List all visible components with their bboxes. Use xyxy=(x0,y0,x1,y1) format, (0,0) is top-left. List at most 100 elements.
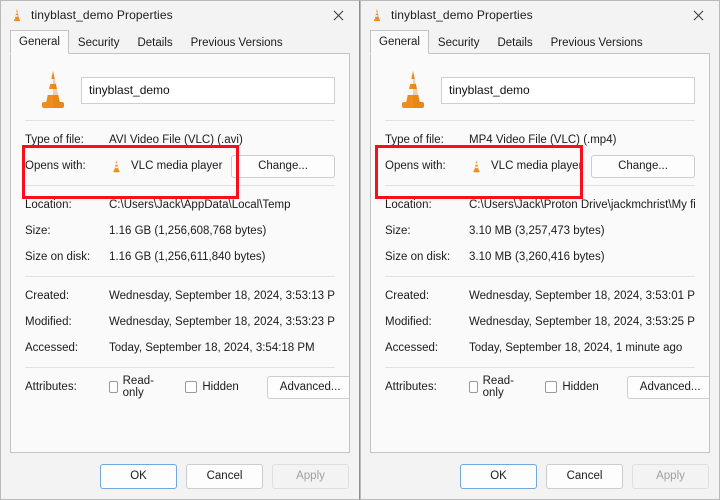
tab-general[interactable]: General xyxy=(10,30,69,54)
screenshot-root: tinyblast_demo Properties General Securi… xyxy=(0,0,720,500)
tab-previous-versions[interactable]: Previous Versions xyxy=(542,30,652,54)
file-info-group-3: Created: Wednesday, September 18, 2024, … xyxy=(25,277,335,361)
dialog-footer: OK Cancel Apply xyxy=(361,453,719,499)
type-of-file-label: Type of file: xyxy=(385,134,444,146)
ok-button[interactable]: OK xyxy=(100,463,177,489)
apply-button[interactable]: Apply xyxy=(272,463,349,489)
apply-button[interactable]: Apply xyxy=(632,463,709,489)
close-icon[interactable] xyxy=(317,1,359,29)
checkbox-box xyxy=(545,381,558,393)
vlc-cone-icon-small xyxy=(469,159,484,174)
hidden-checkbox[interactable]: Hidden xyxy=(545,381,599,393)
tab-security[interactable]: Security xyxy=(429,30,489,54)
checkbox-box xyxy=(185,381,198,393)
location-value: C:\Users\Jack\AppData\Local\Temp xyxy=(109,199,291,211)
vlc-cone-icon-large xyxy=(385,68,441,112)
file-info-group-2: Location: C:\Users\Jack\AppData\Local\Te… xyxy=(25,186,335,270)
cancel-button[interactable]: Cancel xyxy=(186,463,263,489)
file-info-group-1: Type of file: MP4 Video File (VLC) (.mp4… xyxy=(385,121,695,179)
opens-with-label: Opens with: xyxy=(385,160,446,172)
readonly-checkbox[interactable]: Read-only xyxy=(469,375,517,399)
attributes-group: Attributes: Read-only Hidden Advanced... xyxy=(385,368,709,400)
attributes-row: Attributes: Read-only Hidden Advanced... xyxy=(385,374,709,400)
location-row: Location: C:\Users\Jack\Proton Drive\jac… xyxy=(385,192,695,218)
tab-details[interactable]: Details xyxy=(488,30,541,54)
tab-strip: General Security Details Previous Versio… xyxy=(361,29,719,54)
advanced-button[interactable]: Advanced... xyxy=(626,375,709,399)
cancel-button[interactable]: Cancel xyxy=(546,463,623,489)
properties-window-right: tinyblast_demo Properties General Securi… xyxy=(360,0,720,500)
accessed-row: Accessed: Today, September 18, 2024, 1 m… xyxy=(385,335,695,361)
tab-security[interactable]: Security xyxy=(69,30,129,54)
size-label: Size: xyxy=(385,225,411,237)
accessed-value: Today, September 18, 2024, 1 minute ago xyxy=(469,342,683,354)
modified-label: Modified: xyxy=(385,316,432,328)
file-info-group-3: Created: Wednesday, September 18, 2024, … xyxy=(385,277,695,361)
opens-with-value-wrap: VLC media player xyxy=(109,159,231,174)
created-row: Created: Wednesday, September 18, 2024, … xyxy=(385,283,695,309)
modified-value: Wednesday, September 18, 2024, 3:53:25 P… xyxy=(469,316,695,328)
created-value: Wednesday, September 18, 2024, 3:53:13 P… xyxy=(109,290,335,302)
size-value: 3.10 MB (3,257,473 bytes) xyxy=(469,225,605,237)
general-tab-panel: tinyblast_demo Type of file: AVI Video F… xyxy=(10,53,350,453)
file-name-value: tinyblast_demo xyxy=(449,83,530,97)
file-info-group-2: Location: C:\Users\Jack\Proton Drive\jac… xyxy=(385,186,695,270)
modified-row: Modified: Wednesday, September 18, 2024,… xyxy=(25,309,335,335)
readonly-checkbox[interactable]: Read-only xyxy=(109,375,157,399)
opens-with-row: Opens with: VLC media player Change... xyxy=(385,153,695,179)
modified-value: Wednesday, September 18, 2024, 3:53:23 P… xyxy=(109,316,335,328)
advanced-button[interactable]: Advanced... xyxy=(266,375,349,399)
type-of-file-value: MP4 Video File (VLC) (.mp4) xyxy=(469,134,617,146)
tab-label: General xyxy=(19,36,60,48)
location-label: Location: xyxy=(385,199,432,211)
vlc-cone-icon-large xyxy=(25,68,81,112)
tab-label: Details xyxy=(497,36,533,49)
title-bar: tinyblast_demo Properties xyxy=(361,1,719,29)
attributes-group: Attributes: Read-only Hidden Advanced... xyxy=(25,368,349,400)
type-of-file-row: Type of file: MP4 Video File (VLC) (.mp4… xyxy=(385,127,695,153)
opens-with-label: Opens with: xyxy=(25,160,86,172)
tab-general[interactable]: General xyxy=(370,30,429,54)
title-bar: tinyblast_demo Properties xyxy=(1,1,359,29)
type-of-file-row: Type of file: AVI Video File (VLC) (.avi… xyxy=(25,127,335,153)
dialog-footer: OK Cancel Apply xyxy=(1,453,359,499)
size-row: Size: 1.16 GB (1,256,608,768 bytes) xyxy=(25,218,335,244)
file-name-input[interactable]: tinyblast_demo xyxy=(441,76,695,104)
checkbox-box xyxy=(469,381,478,393)
type-of-file-label: Type of file: xyxy=(25,134,84,146)
size-on-disk-value: 1.16 GB (1,256,611,840 bytes) xyxy=(109,251,266,263)
properties-window-left: tinyblast_demo Properties General Securi… xyxy=(0,0,360,500)
window-title: tinyblast_demo Properties xyxy=(31,8,173,22)
size-on-disk-label: Size on disk: xyxy=(25,251,91,263)
opens-with-row: Opens with: VLC media player Change... xyxy=(25,153,335,179)
created-label: Created: xyxy=(25,290,70,302)
tab-label: Security xyxy=(437,36,480,49)
created-row: Created: Wednesday, September 18, 2024, … xyxy=(25,283,335,309)
hidden-checkbox[interactable]: Hidden xyxy=(185,381,239,393)
type-of-file-value: AVI Video File (VLC) (.avi) xyxy=(109,134,243,146)
tab-label: Previous Versions xyxy=(550,36,643,49)
size-on-disk-row: Size on disk: 3.10 MB (3,260,416 bytes) xyxy=(385,244,695,270)
size-on-disk-value: 3.10 MB (3,260,416 bytes) xyxy=(469,251,605,263)
file-name-row: tinyblast_demo xyxy=(385,66,695,114)
vlc-cone-icon xyxy=(10,8,24,22)
attributes-label: Attributes: xyxy=(25,381,77,393)
location-value: C:\Users\Jack\Proton Drive\jackmchrist\M… xyxy=(469,199,695,211)
location-row: Location: C:\Users\Jack\AppData\Local\Te… xyxy=(25,192,335,218)
close-icon[interactable] xyxy=(677,1,719,29)
opens-with-app-name: VLC media player xyxy=(491,160,583,172)
size-value: 1.16 GB (1,256,608,768 bytes) xyxy=(109,225,267,237)
file-name-input[interactable]: tinyblast_demo xyxy=(81,76,335,104)
attributes-row: Attributes: Read-only Hidden Advanced... xyxy=(25,374,349,400)
opens-with-value-wrap: VLC media player xyxy=(469,159,591,174)
readonly-label: Read-only xyxy=(122,375,154,399)
ok-button[interactable]: OK xyxy=(460,463,537,489)
change-button[interactable]: Change... xyxy=(231,154,335,178)
accessed-label: Accessed: xyxy=(25,342,79,354)
readonly-label: Read-only xyxy=(482,375,514,399)
tab-details[interactable]: Details xyxy=(128,30,181,54)
accessed-value: Today, September 18, 2024, 3:54:18 PM xyxy=(109,342,315,354)
created-value: Wednesday, September 18, 2024, 3:53:01 P… xyxy=(469,290,695,302)
tab-previous-versions[interactable]: Previous Versions xyxy=(182,30,292,54)
change-button[interactable]: Change... xyxy=(591,154,695,178)
